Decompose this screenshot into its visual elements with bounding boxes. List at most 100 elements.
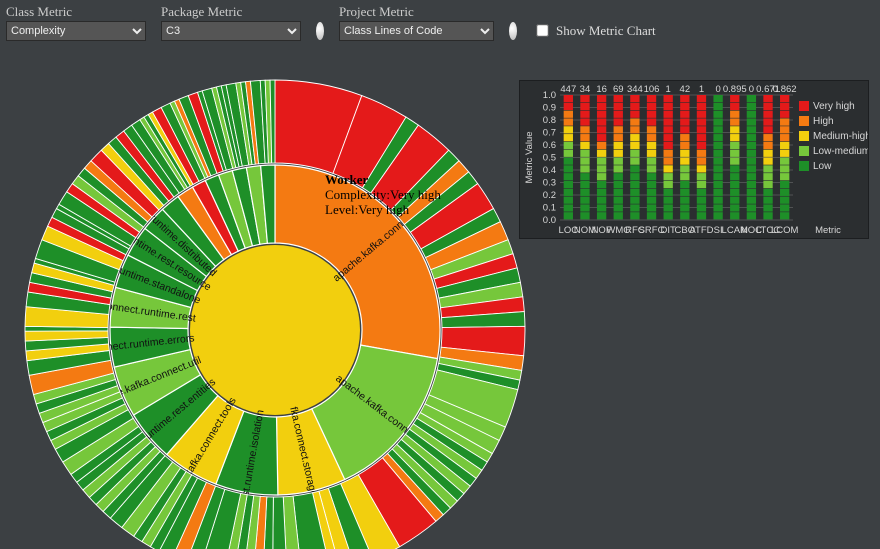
metric-bar-seg[interactable] [747, 118, 756, 125]
metric-bar-seg[interactable] [614, 95, 623, 102]
metric-bar-seg[interactable] [614, 204, 623, 211]
metric-bar-seg[interactable] [713, 212, 722, 219]
metric-bar-seg[interactable] [730, 189, 739, 196]
metric-bar-seg[interactable] [664, 165, 673, 172]
metric-bar-seg[interactable] [647, 142, 656, 149]
metric-bar-seg[interactable] [730, 173, 739, 180]
metric-bar-seg[interactable] [697, 111, 706, 118]
metric-bar-seg[interactable] [614, 111, 623, 118]
metric-bar-seg[interactable] [697, 197, 706, 204]
metric-bar-seg[interactable] [680, 197, 689, 204]
metric-bar-seg[interactable] [763, 103, 772, 110]
metric-bar-seg[interactable] [564, 118, 573, 125]
metric-bar-seg[interactable] [647, 158, 656, 165]
metric-bar-seg[interactable] [780, 111, 789, 118]
metric-bar-seg[interactable] [780, 197, 789, 204]
metric-bar-seg[interactable] [747, 103, 756, 110]
metric-bar-seg[interactable] [564, 95, 573, 102]
metric-bar-seg[interactable] [580, 142, 589, 149]
metric-bar-seg[interactable] [580, 181, 589, 188]
metric-bar-seg[interactable] [564, 103, 573, 110]
metric-bar-seg[interactable] [730, 204, 739, 211]
metric-bar-seg[interactable] [697, 158, 706, 165]
metric-bar-seg[interactable] [780, 134, 789, 141]
metric-bar-seg[interactable] [597, 150, 606, 157]
metric-bar-seg[interactable] [664, 212, 673, 219]
metric-bar-seg[interactable] [680, 142, 689, 149]
project-metric-select[interactable]: Class Lines of Code [339, 21, 494, 41]
metric-bar-seg[interactable] [747, 142, 756, 149]
metric-bar-seg[interactable] [564, 150, 573, 157]
metric-bar-seg[interactable] [630, 189, 639, 196]
metric-bar-seg[interactable] [747, 181, 756, 188]
metric-bar-seg[interactable] [730, 212, 739, 219]
metric-bar-seg[interactable] [730, 118, 739, 125]
metric-bar-seg[interactable] [780, 95, 789, 102]
metric-bar-seg[interactable] [564, 212, 573, 219]
metric-bar-seg[interactable] [697, 95, 706, 102]
metric-bar-seg[interactable] [614, 158, 623, 165]
metric-bar-seg[interactable] [697, 142, 706, 149]
metric-bar-seg[interactable] [597, 158, 606, 165]
metric-bar-seg[interactable] [647, 134, 656, 141]
metric-bar-seg[interactable] [747, 134, 756, 141]
metric-bar-seg[interactable] [597, 204, 606, 211]
metric-bar-seg[interactable] [697, 189, 706, 196]
metric-bar-seg[interactable] [763, 126, 772, 133]
metric-bar-seg[interactable] [664, 118, 673, 125]
metric-bar-seg[interactable] [614, 150, 623, 157]
metric-bar-seg[interactable] [780, 165, 789, 172]
metric-bar-seg[interactable] [713, 111, 722, 118]
metric-bar-seg[interactable] [713, 142, 722, 149]
metric-bar-seg[interactable] [564, 126, 573, 133]
metric-bar-seg[interactable] [580, 111, 589, 118]
metric-bar-seg[interactable] [730, 158, 739, 165]
metric-bar-seg[interactable] [614, 103, 623, 110]
metric-bar-seg[interactable] [647, 150, 656, 157]
metric-bar-seg[interactable] [763, 181, 772, 188]
metric-bar-seg[interactable] [680, 111, 689, 118]
metric-bar-seg[interactable] [630, 165, 639, 172]
metric-bar-seg[interactable] [664, 126, 673, 133]
metric-bar-seg[interactable] [630, 118, 639, 125]
metric-bar-seg[interactable] [614, 134, 623, 141]
metric-bar-seg[interactable] [763, 189, 772, 196]
metric-bar-seg[interactable] [697, 118, 706, 125]
metric-bar-seg[interactable] [763, 173, 772, 180]
metric-bar-seg[interactable] [597, 95, 606, 102]
metric-bar-seg[interactable] [564, 181, 573, 188]
metric-bar-seg[interactable] [614, 212, 623, 219]
metric-bar-seg[interactable] [713, 181, 722, 188]
metric-bar-seg[interactable] [680, 165, 689, 172]
metric-bar-seg[interactable] [763, 212, 772, 219]
metric-bar-seg[interactable] [564, 197, 573, 204]
metric-bar-seg[interactable] [780, 173, 789, 180]
metric-bar-seg[interactable] [580, 204, 589, 211]
metric-bar-seg[interactable] [780, 126, 789, 133]
metric-bar-seg[interactable] [680, 212, 689, 219]
metric-bar-seg[interactable] [747, 111, 756, 118]
metric-bar-seg[interactable] [697, 150, 706, 157]
metric-bar-seg[interactable] [780, 204, 789, 211]
metric-bar-seg[interactable] [564, 158, 573, 165]
metric-bar-seg[interactable] [664, 197, 673, 204]
metric-bar-seg[interactable] [747, 189, 756, 196]
metric-bar-seg[interactable] [647, 111, 656, 118]
metric-bar-seg[interactable] [780, 189, 789, 196]
metric-bar-seg[interactable] [664, 142, 673, 149]
metric-bar-seg[interactable] [730, 134, 739, 141]
slider-handle-2[interactable] [509, 22, 517, 40]
metric-bar-seg[interactable] [580, 134, 589, 141]
metric-bar-seg[interactable] [730, 197, 739, 204]
metric-bar-seg[interactable] [680, 126, 689, 133]
metric-bar-seg[interactable] [564, 165, 573, 172]
metric-bar-seg[interactable] [680, 95, 689, 102]
metric-bar-seg[interactable] [580, 103, 589, 110]
metric-bar-seg[interactable] [763, 142, 772, 149]
metric-bar-seg[interactable] [763, 95, 772, 102]
metric-bar-seg[interactable] [697, 173, 706, 180]
metric-bar-seg[interactable] [580, 126, 589, 133]
metric-bar-seg[interactable] [747, 165, 756, 172]
metric-bar-seg[interactable] [630, 204, 639, 211]
metric-bar-seg[interactable] [780, 103, 789, 110]
